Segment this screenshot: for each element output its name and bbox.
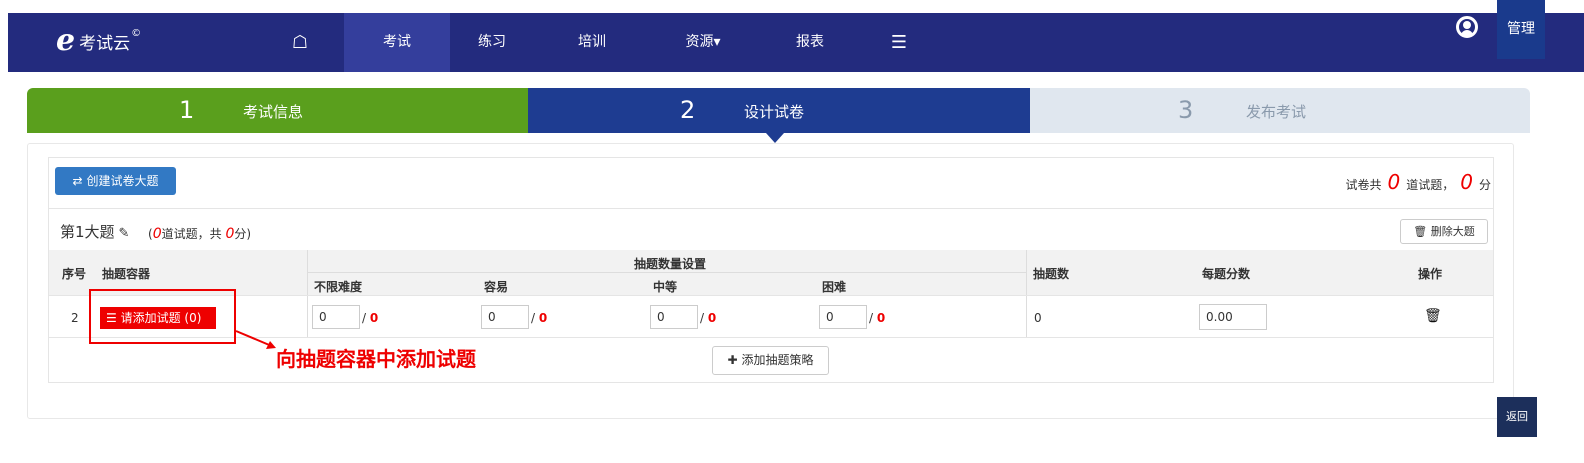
- list-icon: ☰: [106, 311, 117, 325]
- header-hard: 困难: [822, 280, 847, 294]
- create-section-button[interactable]: ⇄ 创建试卷大题: [55, 167, 176, 195]
- step-number: 2: [680, 96, 696, 124]
- any-difficulty-max-value: 0: [369, 311, 379, 325]
- annotation-arrow: [235, 330, 276, 349]
- step-label: 设计试卷: [744, 103, 805, 121]
- paper-total: 试卷共 0 道试题， 0 分: [1345, 170, 1491, 198]
- header-settings: 抽题数量设置: [634, 257, 707, 271]
- divider: [307, 272, 1026, 273]
- top-navbar: e 考试云 © ☖ 考试 练习 培训 资源▾ 报表 ☰: [8, 13, 1584, 72]
- section-info-mid: 道试题，共: [161, 227, 222, 241]
- header-easy: 容易: [484, 280, 509, 294]
- row-index: 2: [71, 311, 79, 325]
- header-index: 序号: [62, 267, 87, 281]
- delete-section-label: 删除大题: [1430, 225, 1475, 238]
- user-circle-icon[interactable]: [1456, 16, 1478, 38]
- shuffle-icon: ⇄: [72, 174, 83, 188]
- divider: [49, 295, 1493, 296]
- create-section-label: 创建试卷大题: [86, 174, 159, 188]
- pencil-icon[interactable]: ✎: [119, 226, 130, 241]
- divider: [1026, 250, 1027, 337]
- total-prefix: 试卷共: [1345, 178, 1382, 192]
- list-icon[interactable]: ☰: [884, 13, 914, 72]
- header-container: 抽题容器: [102, 267, 151, 281]
- total-suffix: 分: [1478, 178, 1491, 192]
- easy-max-value: 0: [538, 311, 548, 325]
- total-score: 0: [1460, 170, 1473, 194]
- easy-max: / 0: [531, 311, 548, 325]
- header-action: 操作: [1418, 267, 1443, 281]
- step-design-paper[interactable]: 2 设计试卷: [528, 88, 1030, 143]
- trash-icon: 🗑: [1413, 225, 1428, 238]
- current-step-pointer: [766, 133, 784, 143]
- add-questions-button[interactable]: ☰ 请添加试题 (0): [100, 307, 216, 329]
- nav-item-practice[interactable]: 练习: [470, 13, 514, 72]
- section-info-close: 分): [234, 227, 252, 241]
- header-pick-count: 抽题数: [1033, 267, 1070, 281]
- any-difficulty-input[interactable]: 0: [312, 305, 360, 329]
- admin-button[interactable]: 管理: [1497, 0, 1545, 59]
- nav-item-resources[interactable]: 资源▾: [668, 13, 738, 72]
- nav-item-reports[interactable]: 报表: [790, 13, 830, 72]
- pick-count-value: 0: [1034, 311, 1042, 325]
- logo-e-icon: e: [56, 23, 76, 58]
- section-info: (0道试题，共 0分): [148, 225, 251, 242]
- divider: [307, 250, 308, 337]
- logo[interactable]: e 考试云 ©: [56, 23, 141, 59]
- step-label: 发布考试: [1246, 103, 1307, 121]
- delete-section-button[interactable]: 🗑 删除大题: [1400, 219, 1488, 244]
- logo-text: 考试云: [79, 33, 131, 54]
- header-medium: 中等: [653, 280, 678, 294]
- divider: [49, 208, 1493, 209]
- section-title-text: 第1大题: [60, 223, 115, 241]
- plus-icon: ✚: [727, 353, 738, 367]
- step-number: 3: [1178, 96, 1194, 124]
- total-mid: 道试题，: [1406, 178, 1455, 192]
- step-progress: 1 考试信息 2 设计试卷 3 发布考试: [27, 88, 1530, 143]
- medium-max-value: 0: [707, 311, 717, 325]
- header-any-difficulty: 不限难度: [314, 280, 363, 294]
- section-question-count: 0: [152, 226, 162, 242]
- medium-max: / 0: [700, 311, 717, 325]
- section-title: 第1大题 ✎: [60, 221, 129, 242]
- easy-input[interactable]: 0: [481, 305, 529, 329]
- total-question-count: 0: [1387, 170, 1401, 194]
- hard-max-value: 0: [876, 311, 886, 325]
- annotation-text: 向抽题容器中添加试题: [276, 347, 476, 371]
- step-publish-exam[interactable]: 3 发布考试: [1030, 88, 1530, 133]
- nav-item-training[interactable]: 培训: [570, 13, 614, 72]
- home-icon[interactable]: ☖: [280, 13, 320, 72]
- step-label: 考试信息: [243, 103, 304, 121]
- hard-max: / 0: [869, 311, 886, 325]
- add-strategy-label: 添加抽题策略: [741, 353, 814, 367]
- step-number: 1: [179, 96, 195, 124]
- trash-icon[interactable]: 🗑: [1424, 308, 1442, 324]
- per-score-input[interactable]: 0.00: [1199, 304, 1267, 330]
- step-exam-info[interactable]: 1 考试信息: [27, 88, 528, 133]
- medium-input[interactable]: 0: [650, 305, 698, 329]
- nav-item-exam[interactable]: 考试: [344, 13, 450, 72]
- header-per-score: 每题分数: [1202, 267, 1251, 281]
- logo-mark: ©: [131, 27, 142, 39]
- any-difficulty-max: / 0: [362, 311, 379, 325]
- add-strategy-button[interactable]: ✚ 添加抽题策略: [712, 346, 829, 375]
- add-questions-label: 请添加试题 (0): [120, 311, 202, 325]
- hard-input[interactable]: 0: [819, 305, 867, 329]
- back-button[interactable]: 返回: [1497, 397, 1537, 437]
